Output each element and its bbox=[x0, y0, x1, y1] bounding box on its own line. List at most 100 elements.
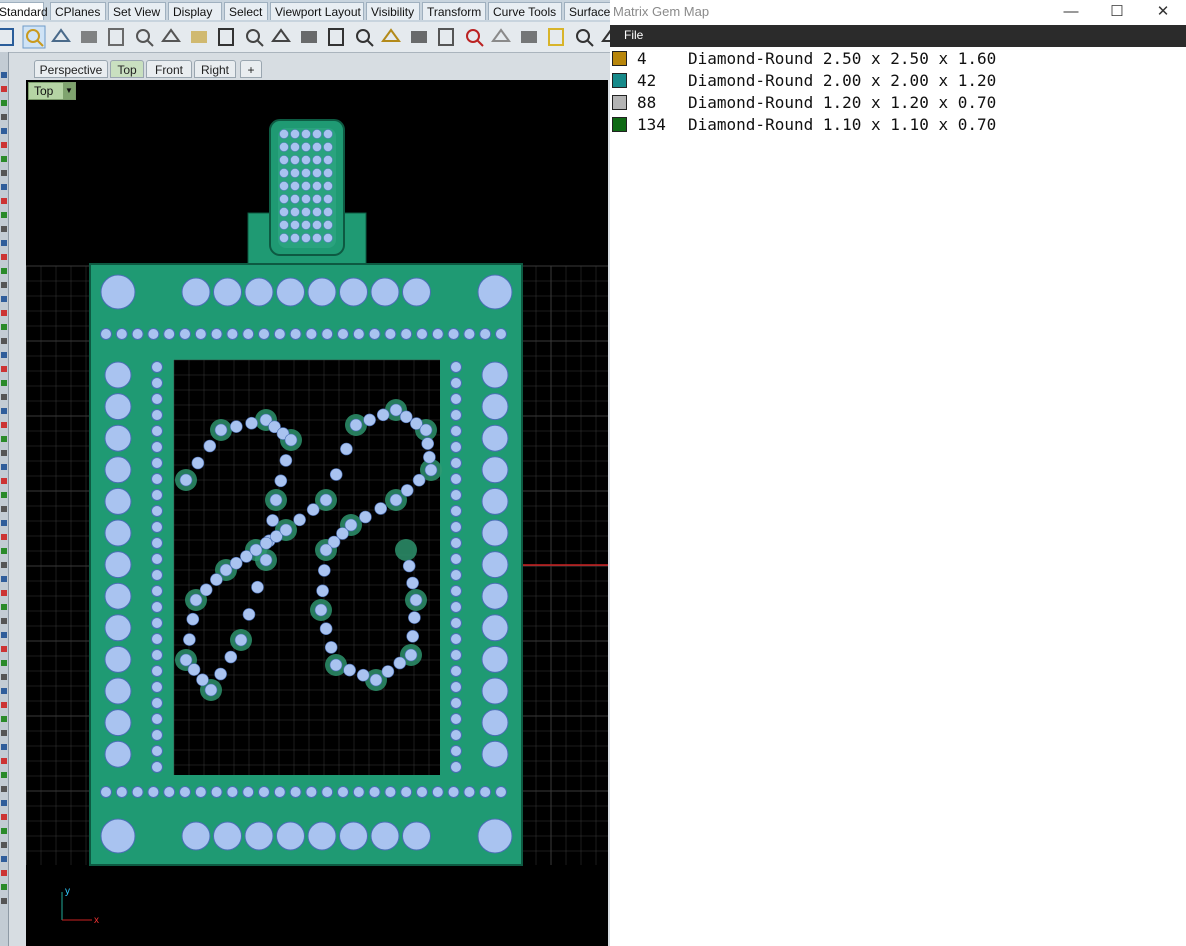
side-tool-icon[interactable] bbox=[1, 632, 7, 638]
zoom-selected-icon[interactable] bbox=[379, 25, 403, 49]
tab-surface[interactable]: Surface bbox=[564, 2, 610, 20]
import-icon[interactable] bbox=[104, 25, 128, 49]
tab-visibility[interactable]: Visibility bbox=[366, 2, 420, 20]
side-tool-icon[interactable] bbox=[1, 884, 7, 890]
tab-curve-tools[interactable]: Curve Tools bbox=[488, 2, 562, 20]
side-tool-icon[interactable] bbox=[1, 842, 7, 848]
side-tool-icon[interactable] bbox=[1, 254, 7, 260]
side-tool-icon[interactable] bbox=[1, 156, 7, 162]
side-tool-icon[interactable] bbox=[1, 674, 7, 680]
rotate-view-icon[interactable] bbox=[269, 25, 293, 49]
pan-hand-icon[interactable] bbox=[242, 25, 266, 49]
four-viewports-icon[interactable] bbox=[434, 25, 458, 49]
open-folder-icon[interactable] bbox=[22, 25, 46, 49]
menu-file[interactable]: File bbox=[624, 28, 643, 42]
viewport-menu-arrow-icon[interactable]: ▼ bbox=[63, 83, 75, 99]
side-tool-icon[interactable] bbox=[1, 534, 7, 540]
clock-icon[interactable] bbox=[517, 25, 541, 49]
side-tool-icon[interactable] bbox=[1, 730, 7, 736]
side-tool-icon[interactable] bbox=[1, 562, 7, 568]
zoom-icon[interactable] bbox=[297, 25, 321, 49]
render-icon[interactable] bbox=[489, 25, 513, 49]
save-icon[interactable] bbox=[49, 25, 73, 49]
side-tool-icon[interactable] bbox=[1, 660, 7, 666]
side-tool-icon[interactable] bbox=[1, 338, 7, 344]
car-icon[interactable] bbox=[462, 25, 486, 49]
close-button[interactable]: ✕ bbox=[1140, 0, 1186, 24]
side-tool-icon[interactable] bbox=[1, 828, 7, 834]
side-tool-icon[interactable] bbox=[1, 576, 7, 582]
print-icon[interactable] bbox=[77, 25, 101, 49]
viewport-canvas[interactable]: yx bbox=[26, 80, 608, 946]
viewport-tab-front[interactable]: Front bbox=[146, 60, 192, 78]
gem-map-canvas[interactable]: 2.52.52.52.52222222222222222222222222222… bbox=[610, 135, 1186, 946]
side-tool-icon[interactable] bbox=[1, 394, 7, 400]
side-tool-icon[interactable] bbox=[1, 184, 7, 190]
side-tool-icon[interactable] bbox=[1, 436, 7, 442]
side-tool-icon[interactable] bbox=[1, 380, 7, 386]
side-tool-icon[interactable] bbox=[1, 422, 7, 428]
side-tool-icon[interactable] bbox=[1, 366, 7, 372]
side-tool-icon[interactable] bbox=[1, 72, 7, 78]
undo-icon[interactable] bbox=[214, 25, 238, 49]
side-tool-icon[interactable] bbox=[1, 408, 7, 414]
side-tool-icon[interactable] bbox=[1, 856, 7, 862]
cursor-icon[interactable] bbox=[572, 25, 596, 49]
tab-standard[interactable]: Standard bbox=[0, 2, 48, 20]
side-tool-icon[interactable] bbox=[1, 352, 7, 358]
top-viewport[interactable]: yx Top ▼ bbox=[26, 80, 608, 946]
cut-icon[interactable] bbox=[132, 25, 156, 49]
side-tool-icon[interactable] bbox=[1, 646, 7, 652]
side-tool-icon[interactable] bbox=[1, 310, 7, 316]
side-tool-icon[interactable] bbox=[1, 450, 7, 456]
viewport-tab-right[interactable]: Right bbox=[194, 60, 236, 78]
side-tool-icon[interactable] bbox=[1, 604, 7, 610]
side-tool-icon[interactable] bbox=[1, 268, 7, 274]
side-tool-icon[interactable] bbox=[1, 520, 7, 526]
side-tool-icon[interactable] bbox=[1, 618, 7, 624]
side-tool-icon[interactable] bbox=[1, 86, 7, 92]
side-tool-icon[interactable] bbox=[1, 114, 7, 120]
side-tool-icon[interactable] bbox=[1, 226, 7, 232]
rotate-icon[interactable] bbox=[407, 25, 431, 49]
side-tool-icon[interactable] bbox=[1, 814, 7, 820]
side-tool-icon[interactable] bbox=[1, 478, 7, 484]
side-tool-icon[interactable] bbox=[1, 506, 7, 512]
side-tool-icon[interactable] bbox=[1, 464, 7, 470]
new-file-icon[interactable] bbox=[0, 25, 18, 49]
side-tool-icon[interactable] bbox=[1, 282, 7, 288]
side-tool-icon[interactable] bbox=[1, 170, 7, 176]
side-tool-icon[interactable] bbox=[1, 548, 7, 554]
side-tool-icon[interactable] bbox=[1, 240, 7, 246]
side-tool-icon[interactable] bbox=[1, 898, 7, 904]
side-tool-icon[interactable] bbox=[1, 590, 7, 596]
tab-set-view[interactable]: Set View bbox=[108, 2, 166, 20]
side-tool-icon[interactable] bbox=[1, 142, 7, 148]
copy-icon[interactable] bbox=[159, 25, 183, 49]
maximize-button[interactable]: ☐ bbox=[1094, 0, 1140, 24]
add-viewport-button[interactable]: + bbox=[240, 60, 262, 78]
side-tool-icon[interactable] bbox=[1, 744, 7, 750]
paste-icon[interactable] bbox=[187, 25, 211, 49]
redo-icon[interactable] bbox=[599, 25, 610, 49]
side-tool-icon[interactable] bbox=[1, 800, 7, 806]
side-tool-icon[interactable] bbox=[1, 296, 7, 302]
side-tool-icon[interactable] bbox=[1, 212, 7, 218]
side-tool-icon[interactable] bbox=[1, 100, 7, 106]
side-tool-icon[interactable] bbox=[1, 716, 7, 722]
side-tool-icon[interactable] bbox=[1, 128, 7, 134]
tab-select[interactable]: Select bbox=[224, 2, 268, 20]
tab-display[interactable]: Display bbox=[168, 2, 222, 20]
side-tool-icon[interactable] bbox=[1, 198, 7, 204]
viewport-label[interactable]: Top ▼ bbox=[28, 82, 76, 100]
side-tool-icon[interactable] bbox=[1, 786, 7, 792]
side-tool-icon[interactable] bbox=[1, 758, 7, 764]
zoom-window-icon[interactable] bbox=[324, 25, 348, 49]
side-tool-icon[interactable] bbox=[1, 324, 7, 330]
side-tool-icon[interactable] bbox=[1, 772, 7, 778]
zoom-extents-icon[interactable] bbox=[352, 25, 376, 49]
pendant-model[interactable] bbox=[89, 119, 523, 866]
minimize-button[interactable]: — bbox=[1048, 0, 1094, 24]
side-tool-icon[interactable] bbox=[1, 702, 7, 708]
viewport-tab-top[interactable]: Top bbox=[110, 60, 144, 78]
